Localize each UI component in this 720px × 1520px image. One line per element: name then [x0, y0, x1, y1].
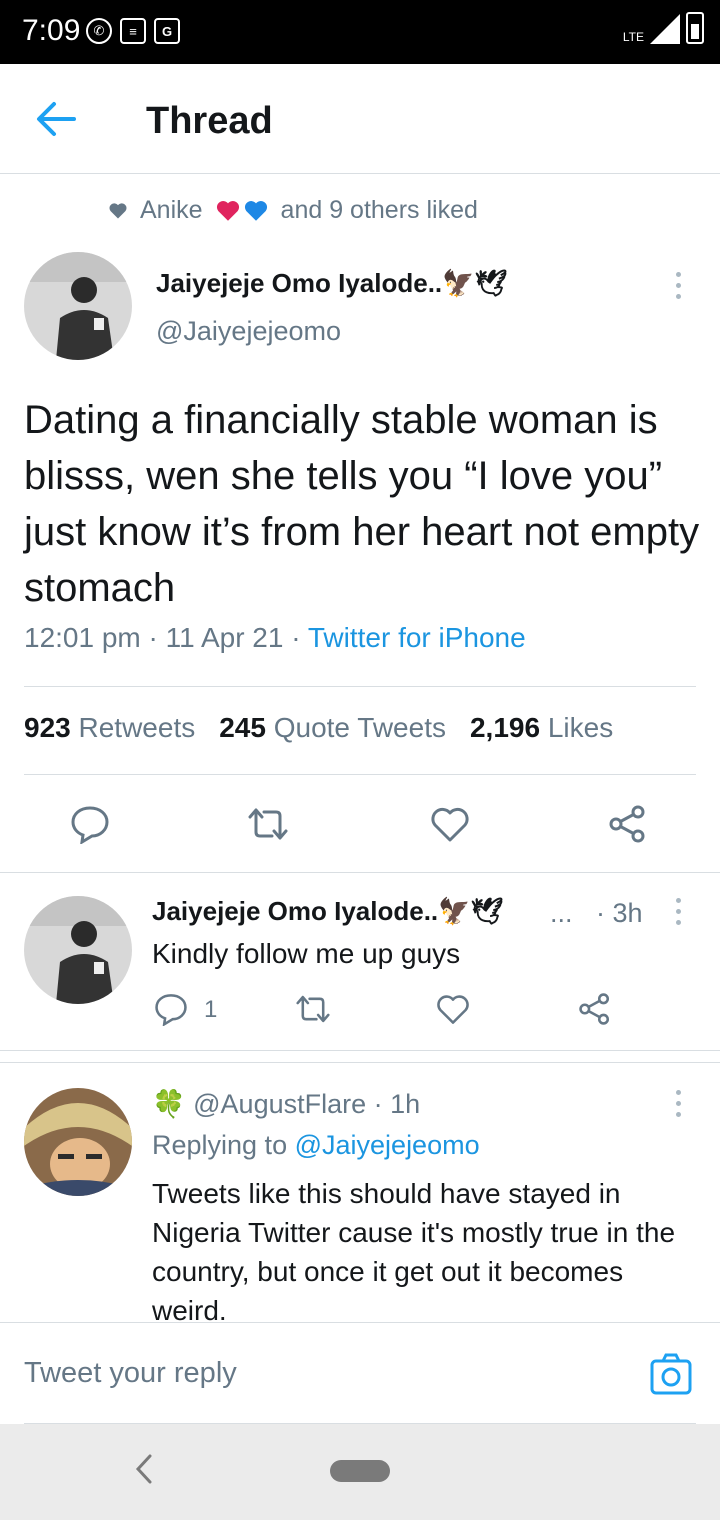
reply2-handle: @AugustFlare: [193, 1089, 367, 1119]
replying-to: Replying to @Jaiyejejeomo: [152, 1130, 480, 1160]
reply2-avatar[interactable]: [24, 1088, 132, 1196]
heart-icon: [109, 202, 127, 218]
signal-icon: [650, 14, 680, 44]
more-options-icon[interactable]: [668, 898, 688, 928]
reply2-text: Tweets like this should have stayed in N…: [152, 1178, 676, 1326]
divider: [0, 1062, 720, 1063]
reply1-avatar[interactable]: [24, 896, 132, 1004]
tweet-meta: 12:01 pm · 11 Apr 21 · Twitter for iPhon…: [24, 622, 526, 653]
camera-icon[interactable]: [650, 1353, 692, 1395]
gmail-icon: G: [154, 18, 180, 44]
tweet-stats: 923 Retweets 245 Quote Tweets 2,196 Like…: [24, 712, 613, 744]
share-icon[interactable]: [578, 992, 612, 1026]
reply1-text: Kindly follow me up guys: [152, 938, 461, 969]
reply1-ellipsis: ...: [550, 898, 573, 928]
whatsapp-icon: ✆: [86, 18, 112, 44]
notification-icons: ✆ ≡ G: [86, 18, 180, 44]
divider: [0, 1050, 720, 1051]
clover-emoji: 🍀: [152, 1089, 186, 1119]
retweet-icon[interactable]: [296, 992, 330, 1026]
others-liked: and 9 others liked: [280, 196, 478, 224]
tweet-time: 12:01 pm: [24, 622, 141, 653]
reply1-age: · 3h: [596, 898, 643, 928]
reply1-author[interactable]: Jaiyejeje Omo Iyalode..🦅🕊: [152, 896, 504, 927]
eagle-dove-emoji: 🦅🕊: [442, 268, 508, 298]
reply-count: 1: [204, 996, 218, 1023]
retweet-icon[interactable]: [248, 804, 288, 844]
reply2-header[interactable]: 🍀 @AugustFlare · 1h: [152, 1088, 420, 1120]
status-indicators: LTE: [623, 12, 704, 44]
tweet-source[interactable]: Twitter for iPhone: [308, 622, 526, 653]
nav-home-pill[interactable]: [330, 1460, 390, 1482]
avatar[interactable]: [24, 252, 132, 360]
tweet-text: Dating a financially stable woman is bli…: [24, 398, 700, 610]
reply-icon[interactable]: [70, 804, 110, 844]
page-title: Thread: [146, 100, 273, 142]
social-context[interactable]: Anike and 9 others liked: [108, 196, 478, 225]
reply-input[interactable]: Tweet your reply: [24, 1357, 237, 1390]
back-arrow-icon[interactable]: [34, 94, 78, 144]
status-bar: 7:09 ✆ ≡ G LTE: [0, 0, 720, 64]
battery-icon: [686, 12, 704, 44]
like-icon[interactable]: [436, 992, 470, 1026]
replying-to-handle[interactable]: @Jaiyejejeomo: [295, 1130, 480, 1160]
red-heart-icon: [216, 200, 239, 221]
quotes-stat[interactable]: 245 Quote Tweets: [219, 712, 446, 744]
reply-composer: Tweet your reply: [0, 1322, 720, 1425]
liker-name: Anike: [140, 196, 203, 224]
author-name[interactable]: Jaiyejeje Omo Iyalode..🦅🕊: [156, 268, 508, 299]
status-time: 7:09: [22, 14, 81, 47]
divider: [24, 774, 696, 775]
top-app-bar: Thread: [0, 64, 720, 174]
heart-emojis: [215, 198, 269, 224]
more-options-icon[interactable]: [668, 272, 688, 302]
more-options-icon[interactable]: [668, 1090, 688, 1120]
reply2-age: · 1h: [373, 1089, 421, 1119]
divider: [24, 686, 696, 687]
nav-back-icon[interactable]: [132, 1452, 156, 1486]
divider: [0, 872, 720, 873]
tweet-date: 11 Apr 21: [165, 622, 284, 653]
eagle-dove-emoji: 🦅🕊: [438, 896, 504, 926]
like-icon[interactable]: [430, 804, 470, 844]
network-type: LTE: [622, 30, 644, 44]
blue-heart-icon: [244, 200, 267, 221]
retweets-stat[interactable]: 923 Retweets: [24, 712, 195, 744]
system-nav-bar: [0, 1424, 720, 1520]
share-icon[interactable]: [608, 804, 648, 844]
author-handle[interactable]: @Jaiyejejeomo: [156, 316, 341, 347]
reply-icon[interactable]: [154, 992, 188, 1026]
message-icon: ≡: [120, 18, 146, 44]
likes-stat[interactable]: 2,196 Likes: [470, 712, 613, 744]
